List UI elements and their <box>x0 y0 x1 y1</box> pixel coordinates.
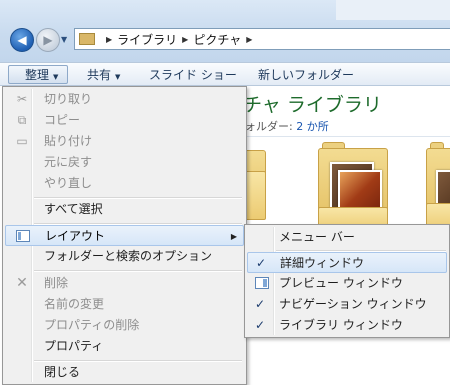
checkmark-icon: ✓ <box>255 297 266 311</box>
chevron-down-icon: ▼ <box>53 73 59 81</box>
command-bar: 整理 ▼ 共有 ▼ スライド ショー 新しいフォルダー <box>0 62 450 86</box>
library-locations-link[interactable]: 2 か所 <box>296 120 329 133</box>
menu-item-label: やり直し <box>44 176 93 190</box>
menu-item-label: 名前の変更 <box>44 297 105 311</box>
submenu-item-library-pane[interactable]: ✓ ライブラリ ウィンドウ <box>247 315 447 336</box>
title-bar: ◀ ▶ ▼ ▶ ライブラリ ▶ ピクチャ ▶ <box>0 0 450 62</box>
menu-item-label: フォルダーと検索のオプション <box>44 249 213 263</box>
forward-button[interactable]: ▶ <box>36 28 60 52</box>
menu-item-label: 切り取り <box>44 92 93 106</box>
folder-icon <box>79 33 95 45</box>
layout-submenu: メニュー バー ✓ 詳細ウィンドウ プレビュー ウィンドウ ✓ ナビゲーション … <box>244 224 450 338</box>
window-controls-area <box>336 0 450 20</box>
menu-item-remove-properties[interactable]: プロパティの削除 <box>5 315 244 336</box>
back-button[interactable]: ◀ <box>10 28 34 52</box>
submenu-item-preview-pane[interactable]: プレビュー ウィンドウ <box>247 273 447 294</box>
menu-item-copy[interactable]: ⧉ コピー <box>5 110 244 131</box>
menu-item-select-all[interactable]: すべて選択 <box>5 199 244 220</box>
menu-item-rename[interactable]: 名前の変更 <box>5 294 244 315</box>
clipboard-icon: ▭ <box>16 134 28 148</box>
slideshow-button[interactable]: スライド ショー <box>149 66 237 84</box>
menu-item-delete[interactable]: ✕ 削除 <box>5 273 244 294</box>
submenu-item-menu-bar[interactable]: メニュー バー <box>247 227 447 248</box>
submenu-item-label: メニュー バー <box>279 230 355 244</box>
library-subtitle-prefix: ォルダー: <box>245 120 297 133</box>
organize-menu: ✂ 切り取り ⧉ コピー ▭ 貼り付け 元に戻す やり直し すべて選択 レイアウ… <box>2 86 247 385</box>
address-bar[interactable]: ▶ ライブラリ ▶ ピクチャ ▶ <box>74 28 450 50</box>
menu-item-layout[interactable]: レイアウト ▶ <box>5 225 244 246</box>
menu-item-undo[interactable]: 元に戻す <box>5 152 244 173</box>
scissors-icon: ✂ <box>16 92 28 106</box>
submenu-item-label: ナビゲーション ウィンドウ <box>279 297 427 311</box>
menu-item-label: コピー <box>44 113 81 127</box>
explorer-window: ◀ ▶ ▼ ▶ ライブラリ ▶ ピクチャ ▶ 整理 ▼ 共有 ▼ スライド ショー … <box>0 0 450 385</box>
folder-front <box>244 171 266 220</box>
menu-item-properties[interactable]: プロパティ <box>5 336 244 357</box>
layout-icon <box>16 230 30 242</box>
preview-pane-icon <box>255 277 269 289</box>
breadcrumb-pictures[interactable]: ピクチャ <box>193 31 241 48</box>
library-title: チャ ライブラリ <box>243 94 382 116</box>
new-folder-button[interactable]: 新しいフォルダー <box>258 66 354 84</box>
submenu-item-label: プレビュー ウィンドウ <box>279 276 403 290</box>
menu-item-paste[interactable]: ▭ 貼り付け <box>5 131 244 152</box>
folder-item[interactable] <box>318 142 388 232</box>
menu-item-cut[interactable]: ✂ 切り取り <box>5 89 244 110</box>
menu-item-label: 削除 <box>44 276 69 290</box>
menu-item-label: レイアウト <box>45 229 106 243</box>
submenu-item-details-pane[interactable]: ✓ 詳細ウィンドウ <box>247 252 447 273</box>
share-label: 共有 <box>87 68 112 82</box>
submenu-item-label: 詳細ウィンドウ <box>280 256 365 270</box>
header-divider <box>240 136 450 137</box>
menu-item-label: プロパティの削除 <box>44 318 140 332</box>
arrow-left-icon: ◀ <box>17 33 27 47</box>
recent-pages-dropdown[interactable]: ▼ <box>61 35 67 44</box>
copy-icon: ⧉ <box>17 113 27 127</box>
menu-item-folder-options[interactable]: フォルダーと検索のオプション <box>5 246 244 267</box>
organize-label: 整理 <box>25 68 50 82</box>
submenu-item-label: ライブラリ ウィンドウ <box>279 318 403 332</box>
menu-separator <box>34 270 242 272</box>
menu-item-close[interactable]: 閉じる <box>5 362 244 383</box>
menu-item-label: プロパティ <box>44 339 104 353</box>
menu-item-label: すべて選択 <box>44 202 103 216</box>
checkmark-icon: ✓ <box>256 256 267 270</box>
arrow-right-icon: ▶ <box>43 33 53 47</box>
share-button[interactable]: 共有 ▼ <box>87 66 120 84</box>
checkmark-icon: ✓ <box>255 318 266 332</box>
organize-button[interactable]: 整理 ▼ <box>8 65 68 84</box>
folder-item[interactable] <box>426 142 450 232</box>
chevron-down-icon: ▼ <box>115 73 121 81</box>
menu-item-redo[interactable]: やり直し <box>5 173 244 194</box>
menu-item-label: 元に戻す <box>44 155 93 169</box>
breadcrumb-libraries[interactable]: ライブラリ <box>117 31 177 48</box>
chevron-right-icon[interactable]: ▶ <box>182 35 188 44</box>
submenu-item-navigation-pane[interactable]: ✓ ナビゲーション ウィンドウ <box>247 294 447 315</box>
library-subtitle: ォルダー: 2 か所 <box>245 118 329 134</box>
chevron-right-icon[interactable]: ▶ <box>106 35 112 44</box>
chevron-right-icon[interactable]: ▶ <box>246 35 252 44</box>
delete-x-icon: ✕ <box>16 275 28 291</box>
submenu-arrow-icon: ▶ <box>230 232 237 241</box>
folder-item[interactable] <box>244 150 266 220</box>
menu-item-label: 貼り付け <box>44 134 93 148</box>
menu-item-label: 閉じる <box>44 365 81 379</box>
